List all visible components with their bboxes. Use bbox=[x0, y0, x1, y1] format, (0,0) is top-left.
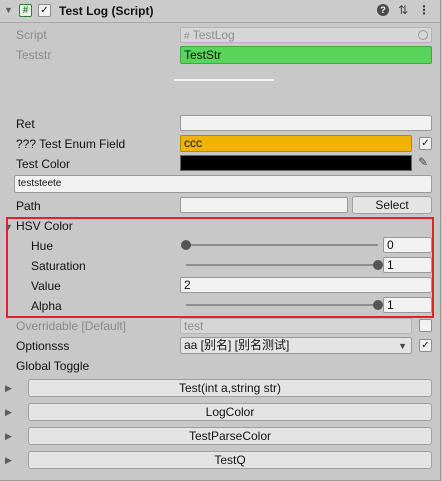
overridable-input: test bbox=[180, 318, 412, 334]
presets-icon[interactable]: ⇅ bbox=[398, 3, 408, 17]
teststr-label: Teststr bbox=[16, 48, 52, 62]
options-label: Optionsss bbox=[16, 339, 70, 353]
saturation-slider-thumb[interactable] bbox=[373, 260, 383, 270]
options-checkbox[interactable]: ✓ bbox=[419, 339, 432, 352]
collapse-arrow-icon[interactable]: ▼ bbox=[4, 5, 13, 15]
enum-checkbox[interactable]: ✓ bbox=[419, 137, 432, 150]
teststr-input[interactable]: TestStr bbox=[180, 46, 432, 64]
component-title: Test Log (Script) bbox=[59, 4, 154, 18]
foldout-arrow-icon[interactable]: ▶ bbox=[5, 383, 12, 394]
test-method-button[interactable]: Test(int a,string str) bbox=[28, 379, 432, 397]
script-field[interactable]: # TestLog bbox=[180, 27, 432, 43]
color-swatch[interactable] bbox=[180, 155, 412, 171]
hsv-foldout-icon[interactable]: ▼ bbox=[4, 222, 13, 232]
context-menu-icon[interactable]: ⋮ bbox=[418, 3, 430, 17]
overridable-checkbox[interactable] bbox=[419, 319, 432, 332]
global-toggle-label: Global Toggle bbox=[16, 359, 90, 373]
component-header: ▼ # ✓ Test Log (Script) ? ⇅ ⋮ bbox=[0, 0, 440, 23]
select-button[interactable]: Select bbox=[352, 196, 432, 214]
enum-label: ??? Test Enum Field bbox=[16, 137, 126, 151]
saturation-label: Saturation bbox=[31, 259, 86, 273]
hue-label: Hue bbox=[31, 239, 54, 253]
foldout-arrow-icon[interactable]: ▶ bbox=[5, 455, 12, 466]
script-icon: # bbox=[19, 4, 32, 17]
test-q-button[interactable]: TestQ bbox=[28, 451, 432, 469]
script-file-icon: # bbox=[184, 31, 190, 42]
inspector-panel: ▼ # ✓ Test Log (Script) ? ⇅ ⋮ Script # T… bbox=[0, 0, 441, 481]
separator-line bbox=[174, 79, 274, 81]
ret-label: Ret bbox=[16, 117, 35, 131]
alpha-value-input[interactable]: 1 bbox=[383, 297, 432, 313]
chevron-down-icon: ▼ bbox=[398, 341, 407, 351]
test-parse-color-button[interactable]: TestParseColor bbox=[28, 427, 432, 445]
options-selected-value: aa [别名] [别名测试] bbox=[184, 338, 290, 352]
hue-value-input[interactable]: 0 bbox=[383, 237, 432, 253]
alpha-slider-thumb[interactable] bbox=[373, 300, 383, 310]
saturation-slider-track[interactable] bbox=[186, 264, 378, 266]
script-value: TestLog bbox=[192, 28, 235, 42]
alpha-slider-track[interactable] bbox=[186, 304, 378, 306]
log-color-button[interactable]: LogColor bbox=[28, 403, 432, 421]
enum-field[interactable]: ccc bbox=[180, 135, 412, 152]
text-area[interactable]: teststeete bbox=[14, 175, 432, 193]
object-picker-icon[interactable] bbox=[418, 30, 428, 40]
help-icon[interactable]: ? bbox=[377, 4, 389, 16]
ret-input[interactable] bbox=[180, 115, 432, 131]
foldout-arrow-icon[interactable]: ▶ bbox=[5, 431, 12, 442]
hue-slider-thumb[interactable] bbox=[181, 240, 191, 250]
alpha-label: Alpha bbox=[31, 299, 62, 313]
foldout-arrow-icon[interactable]: ▶ bbox=[5, 407, 12, 418]
overridable-label: Overridable [Default] bbox=[16, 319, 127, 333]
enabled-checkbox[interactable]: ✓ bbox=[38, 4, 51, 17]
options-dropdown[interactable]: aa [别名] [别名测试] ▼ bbox=[180, 337, 412, 354]
hue-slider-track[interactable] bbox=[186, 244, 378, 246]
hsv-title: HSV Color bbox=[16, 219, 73, 233]
saturation-value-input[interactable]: 1 bbox=[383, 257, 432, 273]
test-color-label: Test Color bbox=[16, 157, 71, 171]
path-input[interactable] bbox=[180, 197, 348, 213]
value-label: Value bbox=[31, 279, 61, 293]
eyedropper-icon[interactable]: ✎ bbox=[418, 155, 428, 169]
script-label: Script bbox=[16, 28, 47, 42]
path-label: Path bbox=[16, 199, 41, 213]
value-input[interactable]: 2 bbox=[180, 277, 432, 293]
